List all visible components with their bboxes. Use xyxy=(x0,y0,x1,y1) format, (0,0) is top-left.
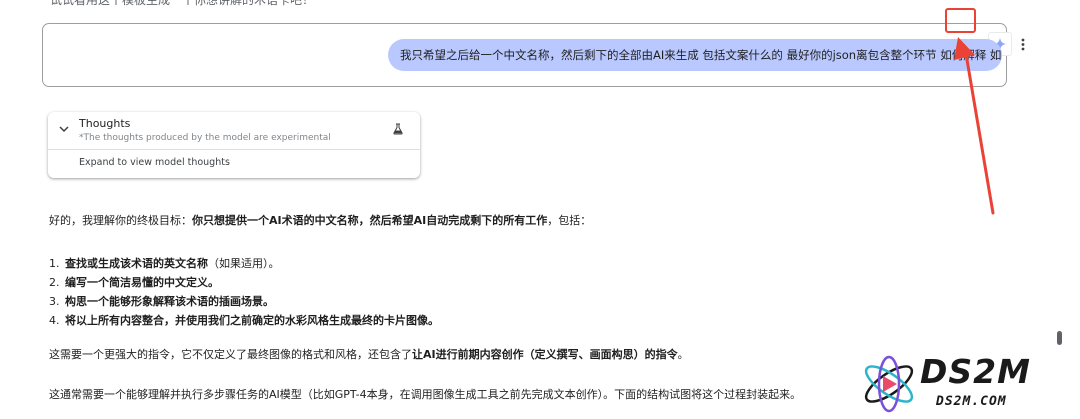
user-message-bubble: 我只希望之后给一个中文名称，然后剩下的全部由AI来生成 包括文案什么的 最好你的… xyxy=(388,39,1002,71)
flask-icon xyxy=(393,123,403,135)
steps-list: 1. 查找或生成该术语的英文名称（如果适用）。 2. 编写一个简洁易懂的中文定义。 … xyxy=(49,254,439,330)
step-number: 3. xyxy=(49,295,60,308)
response-para-3: 这通常需要一个能够理解并执行多步骤任务的AI模型（比如GPT-4本身，在调用图像… xyxy=(49,388,802,401)
para2-prefix: 这需要一个更强大的指令，它不仅定义了最终图像的格式和风格，还包含了 xyxy=(49,348,412,361)
scrollbar-thumb[interactable] xyxy=(1057,331,1062,345)
step-bold: 编写一个简洁易懂的中文定义。 xyxy=(65,276,219,289)
thoughts-panel[interactable]: Thoughts *The thoughts produced by the m… xyxy=(48,112,420,178)
step-number: 2. xyxy=(49,276,60,289)
thoughts-title: Thoughts xyxy=(79,117,131,130)
atom-logo-icon xyxy=(864,355,914,413)
step-number: 4. xyxy=(49,314,60,327)
expand-thoughts-link[interactable]: Expand to view model thoughts xyxy=(79,157,230,168)
intro-prefix: 好的，我理解你的终极目标： xyxy=(49,214,192,227)
intro-bold: 你只想提供一个AI术语的中文名称，然后希望AI自动完成剩下的所有工作 xyxy=(192,214,548,227)
step-normal: （如果适用）。 xyxy=(208,257,280,270)
list-item: 1. 查找或生成该术语的英文名称（如果适用）。 xyxy=(49,254,439,273)
more-options-button[interactable] xyxy=(1012,33,1034,55)
para2-bold: 让AI进行前期内容创作（定义撰写、画面构思）的指令 xyxy=(412,348,678,361)
more-vert-icon xyxy=(1021,38,1025,50)
step-number: 1. xyxy=(49,257,60,270)
thoughts-subtitle: *The thoughts produced by the model are … xyxy=(79,133,331,143)
step-bold: 查找或生成该术语的英文名称 xyxy=(65,257,208,270)
step-bold: 将以上所有内容整合，并使用我们之前确定的水彩风格生成最终的卡片图像。 xyxy=(65,314,439,327)
list-item: 4. 将以上所有内容整合，并使用我们之前确定的水彩风格生成最终的卡片图像。 xyxy=(49,311,439,330)
list-item: 2. 编写一个简洁易懂的中文定义。 xyxy=(49,273,439,292)
thoughts-divider xyxy=(48,149,420,150)
list-item: 3. 构思一个能够形象解释该术语的插画场景。 xyxy=(49,292,439,311)
watermark-brand: DS2M xyxy=(920,352,1031,391)
previous-message-text: 试试看用这个模板生成一个你想讲解的术语卡吧！ xyxy=(50,0,315,7)
response-para-2: 这需要一个更强大的指令，它不仅定义了最终图像的格式和风格，还包含了让AI进行前期… xyxy=(49,346,689,362)
watermark-domain: DS2M.COM xyxy=(936,394,1007,409)
step-bold: 构思一个能够形象解释该术语的插画场景。 xyxy=(65,295,274,308)
chevron-down-icon[interactable] xyxy=(59,126,69,133)
para2-suffix: 。 xyxy=(677,348,689,361)
watermark: DS2M DS2M.COM xyxy=(858,352,1068,416)
response-intro: 好的，我理解你的终极目标：你只想提供一个AI术语的中文名称，然后希望AI自动完成… xyxy=(49,212,591,228)
intro-suffix: ，包括： xyxy=(547,214,592,227)
